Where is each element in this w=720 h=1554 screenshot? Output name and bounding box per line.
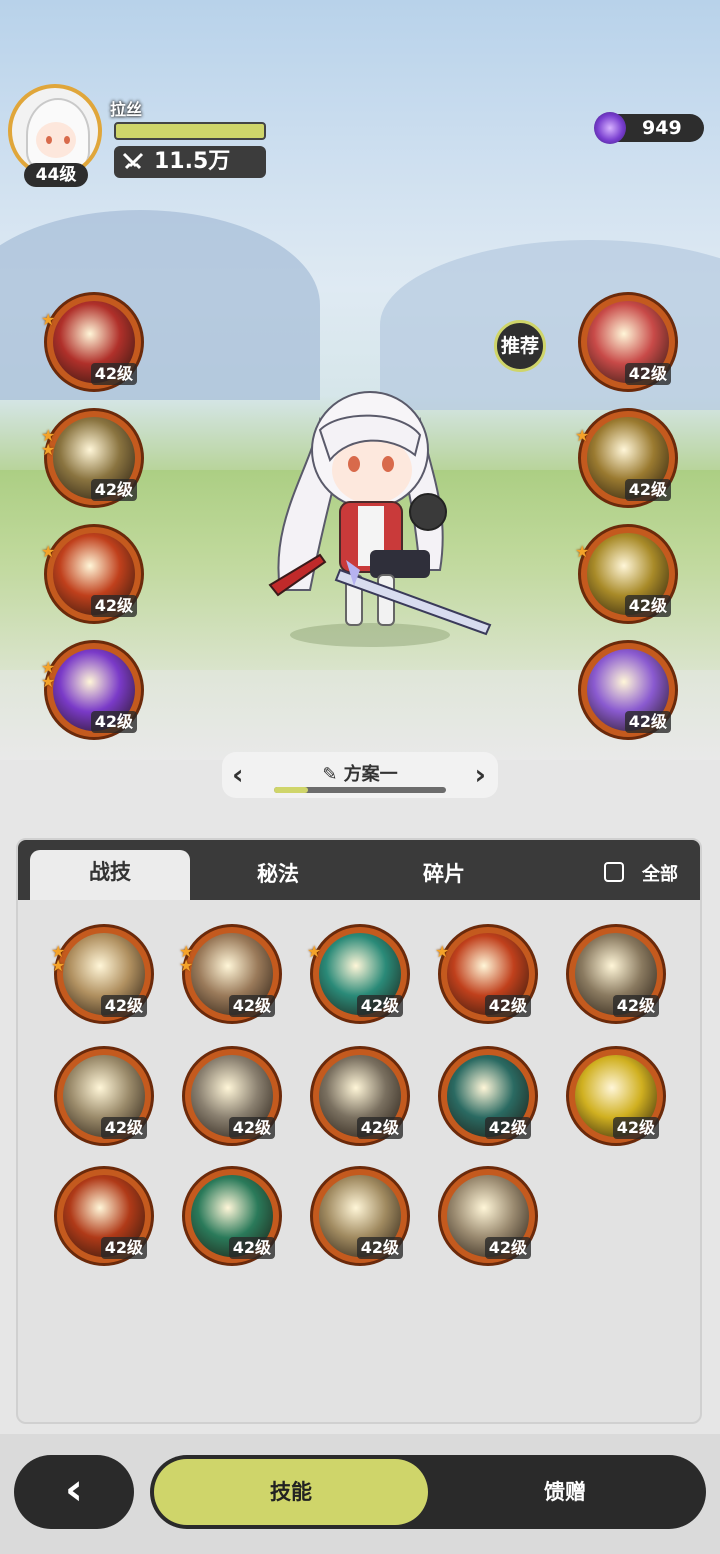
star-icon: ★ [575,426,590,445]
bottom-tabs: 技能 馈赠 [150,1455,706,1529]
skill-level-label: 42级 [612,995,659,1017]
skill-slot[interactable]: 42级 ★ ★ [179,924,282,1024]
skill-level-label: 42级 [356,995,403,1017]
skill-slot[interactable]: 42级 [438,1046,538,1146]
combat-power: 11.5万 [114,146,266,178]
skill-level-label: 42级 [624,479,671,501]
skill-slot[interactable]: 42级 ★ [41,524,144,624]
player-name: 拉丝 [110,100,143,119]
skill-level-label: 42级 [624,363,671,385]
skill-level-label: 42级 [624,711,671,733]
show-all-label: 全部 [642,864,678,885]
skill-level-label: 42级 [228,995,275,1017]
skill-tab-bar: 战技 秘法 碎片 全部 [18,840,700,900]
battle-scene: 44级 拉丝 11.5万 949 42级 ★ 42级 ★ ★ 42级 ★ 42级 ★ ★ 42级 4… [0,0,720,760]
plan-progress-bar [274,787,446,793]
tab-fragments[interactable]: 碎片 [364,840,524,900]
skill-slot[interactable]: 42级 [310,1046,410,1146]
star-icon: ★ [179,956,194,975]
star-icon: ★ [41,672,56,691]
skill-level-label: 42级 [484,1237,531,1259]
skill-slot[interactable]: 42级 [438,1166,538,1266]
chevron-right-icon[interactable]: › [474,758,486,791]
skill-level-label: 42级 [90,711,137,733]
tab-gifts[interactable]: 馈赠 [428,1459,702,1525]
skill-level-label: 42级 [100,995,147,1017]
star-icon: ★ [41,542,56,561]
background-mountain [0,210,320,400]
combat-power-value: 11.5万 [154,149,231,174]
skill-panel: 战技 秘法 碎片 全部 42级 ★ ★ 42级 ★ ★ 42级 ★ 42级 ★ 42级 42级 42级 4… [16,838,702,1424]
skill-slot[interactable]: 42级 ★ [41,292,144,392]
star-icon: ★ [435,942,450,961]
skill-level-label: 42级 [612,1117,659,1139]
recommend-button[interactable]: 推荐 [494,320,546,372]
star-icon: ★ [51,956,66,975]
skill-slot[interactable]: 42级 [310,1166,410,1266]
skill-slot[interactable]: 42级 ★ [575,524,678,624]
skill-slot[interactable]: 42级 ★ [307,924,410,1024]
skill-slot[interactable]: 42级 [182,1046,282,1146]
skill-level-label: 42级 [100,1237,147,1259]
tab-secret-arts[interactable]: 秘法 [198,840,358,900]
skill-slot[interactable]: 42级 ★ ★ [41,408,144,508]
skill-level-label: 42级 [90,595,137,617]
currency-display[interactable]: 949 [594,112,704,144]
show-all-checkbox[interactable] [604,862,624,882]
skill-level-label: 42级 [228,1237,275,1259]
back-button[interactable]: ‹ [14,1455,134,1529]
skill-slot[interactable]: 42级 [54,1046,154,1146]
star-icon: ★ [575,542,590,561]
tab-skills[interactable]: 技能 [154,1459,428,1525]
player-hp-bar [114,122,266,140]
crossed-weapons-icon [122,152,144,170]
hero-character [268,391,492,647]
skill-level-label: 42级 [624,595,671,617]
skill-slot[interactable]: 42级 ★ ★ [51,924,154,1024]
skill-slot[interactable]: 42级 [182,1166,282,1266]
star-icon: ★ [41,440,56,459]
skill-level-label: 42级 [100,1117,147,1139]
player-level-badge: 44级 [24,163,88,187]
chevron-left-icon: ‹ [64,1464,84,1515]
skill-level-label: 42级 [356,1117,403,1139]
plan-title[interactable]: ✎ 方案一 [222,760,498,786]
star-icon: ★ [307,942,322,961]
skill-level-label: 42级 [484,1117,531,1139]
tab-combat-skills[interactable]: 战技 [30,850,190,900]
skill-slot[interactable]: 42级 [578,640,678,740]
purple-crystal-icon [594,112,626,144]
currency-value: 949 [642,117,682,139]
skill-slot[interactable]: 42级 ★ [575,408,678,508]
skill-slot[interactable]: 42级 [54,1166,154,1266]
skill-level-label: 42级 [228,1117,275,1139]
plan-selector: ‹ ✎ 方案一 › [222,752,498,798]
skill-level-label: 42级 [90,363,137,385]
skill-slot[interactable]: 42级 [578,292,678,392]
skill-slot[interactable]: 42级 [566,1046,666,1146]
star-icon: ★ [41,310,56,329]
skill-slot[interactable]: 42级 ★ ★ [41,640,144,740]
skill-slot[interactable]: 42级 ★ [435,924,538,1024]
skill-slot[interactable]: 42级 [566,924,666,1024]
skill-level-label: 42级 [90,479,137,501]
skill-level-label: 42级 [484,995,531,1017]
skill-level-label: 42级 [356,1237,403,1259]
